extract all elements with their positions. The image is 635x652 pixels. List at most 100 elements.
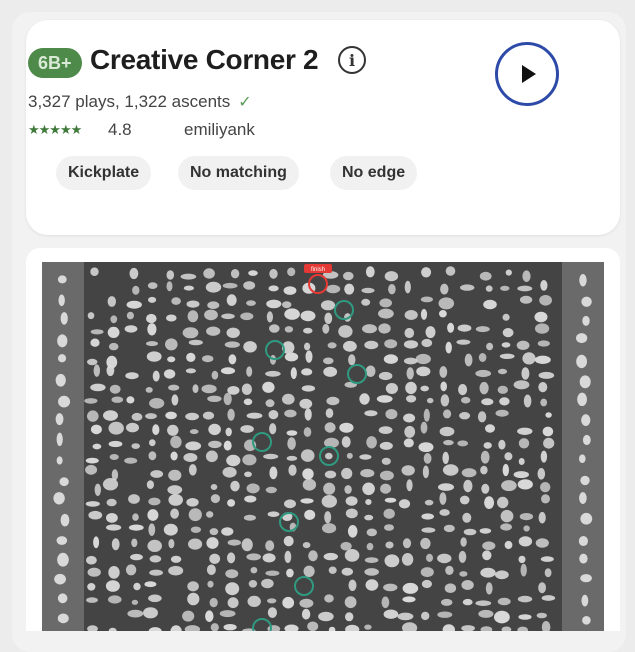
hold [266,311,273,323]
play-button[interactable] [495,42,559,106]
hold [287,437,296,450]
kickplate-hold [60,513,70,527]
hold [404,280,411,294]
hold [219,610,236,618]
hold [286,568,294,578]
hold [338,325,353,338]
hold [458,384,468,396]
hold [401,465,415,476]
hold [106,524,122,531]
hold [441,598,453,606]
hold [483,299,497,310]
hold [241,383,252,395]
hold [126,396,135,404]
hold [186,300,200,308]
hold [221,527,234,536]
hold [324,312,333,324]
hold [192,384,199,393]
hold [167,356,176,363]
hold [378,426,393,434]
hold [230,480,240,492]
hold [187,310,199,323]
hold [461,468,477,478]
hold [171,394,179,406]
hold [421,513,435,520]
hold [185,441,202,451]
hold [480,450,490,464]
hold [438,483,454,491]
hold [420,385,430,392]
hold [404,327,415,339]
hold [304,509,316,520]
hold [344,549,360,562]
hold [301,368,313,376]
hold [366,436,377,449]
kickplate-hold [57,552,69,567]
hold [478,609,494,618]
hold [366,528,377,537]
hold [300,498,314,504]
climbing-board[interactable]: finish [42,262,604,631]
hold [248,270,258,276]
hold [152,424,160,436]
hold [146,341,158,347]
hold [383,354,398,364]
hold [246,300,256,306]
hold [128,494,140,504]
hold [106,513,118,523]
hold [290,367,297,380]
hold [365,365,376,377]
hold [442,464,459,476]
hold [379,441,393,450]
hold [148,523,156,536]
hold [284,499,296,509]
hold [109,384,121,394]
hold [440,283,449,295]
hold [537,340,550,347]
hold [148,594,162,603]
hold [88,510,103,520]
hold [483,442,492,449]
hold [376,395,393,403]
hold [166,314,177,322]
kickplate-hold [55,413,64,426]
hold [445,565,454,575]
hold [545,412,552,418]
hold [362,324,377,334]
hold [188,339,203,346]
hold [534,311,548,323]
kickplate-hold [57,275,67,284]
setter-name[interactable]: emiliyank [184,120,255,140]
hold [460,284,475,291]
climb-stats: 3,327 plays, 1,322 ascents ✓ [28,92,252,112]
hold [345,612,354,622]
info-icon[interactable]: i [338,46,366,74]
hold [479,271,492,281]
hold [84,398,98,404]
hold [106,498,117,507]
hold [145,413,157,420]
hold [500,523,512,531]
hold [85,501,100,507]
hold [263,453,279,460]
hold [482,550,492,561]
hold [282,393,295,405]
hold [541,595,556,601]
hold [378,371,393,381]
hold [535,538,549,548]
hold [445,266,456,276]
hold [537,468,546,480]
hold [536,612,547,619]
hold [201,384,217,394]
hold [227,552,236,564]
hold [378,308,394,319]
hold [205,610,214,622]
hold [144,581,157,588]
hold [543,437,555,449]
hold [288,464,297,476]
hold [127,609,144,618]
hold [300,310,316,322]
hold [168,494,183,506]
hold [267,607,277,618]
hold [518,458,525,465]
